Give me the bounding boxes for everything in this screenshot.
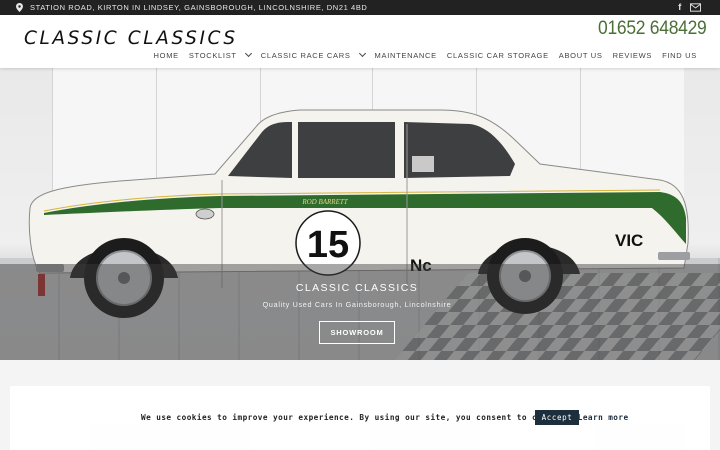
- hero-banner: 15 ROD BARRETT VIC Nc CLASSIC CLASSICS Q…: [0, 68, 720, 360]
- mail-icon[interactable]: [690, 3, 701, 12]
- accept-cookies-button[interactable]: Accept: [535, 410, 579, 425]
- main-nav: HOME STOCKLIST CLASSIC RACE CARS MAINTEN…: [149, 49, 702, 60]
- top-info-bar: STATION ROAD, KIRTON IN LINDSEY, GAINSBO…: [0, 0, 720, 15]
- site-logo[interactable]: CLASSIC CLASSICS: [24, 28, 238, 49]
- nav-label: CLASSIC RACE CARS: [260, 51, 351, 60]
- nav-item-find-us[interactable]: FIND US: [657, 51, 702, 60]
- learn-more-link[interactable]: Learn more: [578, 413, 629, 422]
- nav-item-classic-race-cars[interactable]: CLASSIC RACE CARS: [256, 49, 370, 60]
- nav-label: FIND US: [662, 51, 697, 60]
- chevron-down-icon: [244, 49, 252, 58]
- nav-item-reviews[interactable]: REVIEWS: [608, 51, 658, 60]
- nav-label: MAINTENANCE: [374, 51, 437, 60]
- site-header: CLASSIC CLASSICS 01652 648429 HOME STOCK…: [0, 15, 720, 68]
- hero-title: CLASSIC CLASSICS: [295, 282, 419, 294]
- nav-item-stocklist[interactable]: STOCKLIST: [184, 49, 256, 60]
- hero-caption-band: [0, 264, 720, 360]
- hero-subtitle: Quality Used Cars In Gainsborough, Linco…: [262, 300, 452, 309]
- nav-label: STOCKLIST: [188, 51, 237, 60]
- chevron-down-icon: [358, 49, 366, 58]
- nav-item-classic-car-storage[interactable]: CLASSIC CAR STORAGE: [442, 51, 554, 60]
- rear-text: VIC: [615, 231, 643, 250]
- nav-label: HOME: [153, 51, 179, 60]
- showroom-button[interactable]: SHOWROOM: [319, 321, 395, 344]
- nav-item-about-us[interactable]: ABOUT US: [554, 51, 608, 60]
- address-text: STATION ROAD, KIRTON IN LINDSEY, GAINSBO…: [30, 3, 368, 12]
- nav-label: REVIEWS: [612, 51, 653, 60]
- cookie-text: We use cookies to improve your experienc…: [141, 413, 573, 422]
- nav-item-maintenance[interactable]: MAINTENANCE: [370, 51, 442, 60]
- nav-label: ABOUT US: [558, 51, 603, 60]
- driver-name: ROD BARRETT: [301, 198, 348, 206]
- race-number: 15: [307, 224, 349, 266]
- phone-number[interactable]: 01652 648429: [598, 18, 707, 40]
- nav-label: CLASSIC CAR STORAGE: [446, 51, 549, 60]
- cookie-banner: We use cookies to improve your experienc…: [10, 386, 710, 450]
- facebook-icon[interactable]: f: [676, 2, 684, 12]
- map-pin-icon: [16, 3, 23, 12]
- nav-item-home[interactable]: HOME: [149, 51, 184, 60]
